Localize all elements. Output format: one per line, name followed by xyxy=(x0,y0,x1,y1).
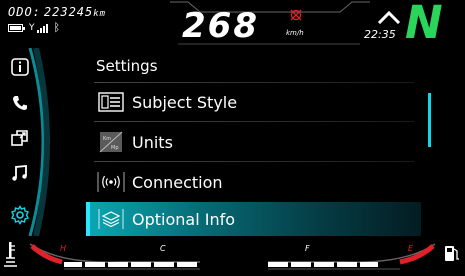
gauge-graphics xyxy=(4,242,459,270)
sidebar-item-settings[interactable] xyxy=(0,200,40,230)
fuel-empty-label: E xyxy=(408,244,414,253)
menu-scrollbar[interactable] xyxy=(428,93,431,147)
temp-high-label: H xyxy=(60,244,67,253)
sidebar xyxy=(0,48,52,236)
menu-divider xyxy=(94,82,414,83)
menu-divider xyxy=(94,161,414,162)
sidebar-item-info[interactable] xyxy=(0,52,40,82)
bluetooth-icon: ᛒ xyxy=(53,21,61,34)
units-icon: Km Mp xyxy=(96,131,126,153)
top-status-bar: ODO: 223245km Y ᛒ 268 km/h 22:35 N xyxy=(0,0,465,49)
odometer: ODO: 223245km xyxy=(8,5,106,19)
settings-gear-icon xyxy=(11,205,29,225)
shift-up-icon xyxy=(377,10,401,24)
menu-title: Settings xyxy=(96,57,158,75)
sidebar-item-music[interactable] xyxy=(0,158,40,188)
speed-readout: 268 xyxy=(182,6,259,46)
signal-icon: Y xyxy=(29,23,48,33)
menu-item-label: Subject Style xyxy=(132,92,238,112)
svg-text:Km: Km xyxy=(103,136,111,142)
odometer-label: ODO: xyxy=(8,5,41,19)
odometer-value: 223245 xyxy=(43,5,94,19)
temp-low-label: C xyxy=(160,244,166,253)
battery-icon xyxy=(8,23,25,32)
menu-item-label: Units xyxy=(132,132,173,152)
speed-unit: km/h xyxy=(286,29,304,37)
subject-style-icon xyxy=(96,91,126,113)
odometer-unit: km xyxy=(93,9,107,19)
info-icon xyxy=(11,58,29,76)
settings-menu: Settings Subject Style Km Mp Units Conne… xyxy=(86,48,441,236)
menu-item-label: Optional Info xyxy=(132,209,236,229)
fuel-pump-icon xyxy=(445,246,459,261)
menu-item-subject-style[interactable]: Subject Style xyxy=(86,85,421,119)
menu-item-optional-info[interactable]: Optional Info xyxy=(86,202,421,236)
menu-item-label: Connection xyxy=(132,172,223,192)
music-icon xyxy=(12,165,27,181)
sidebar-item-phone[interactable] xyxy=(0,88,40,118)
coolant-temp-icon xyxy=(4,242,17,267)
menu-divider xyxy=(94,121,414,122)
bottom-gauges: H C F E xyxy=(0,236,465,276)
fuel-full-label: F xyxy=(305,244,310,253)
svg-text:Mp: Mp xyxy=(111,145,119,151)
menu-item-units[interactable]: Km Mp Units xyxy=(86,125,421,159)
menu-item-connection[interactable]: Connection xyxy=(86,165,421,199)
warning-icon xyxy=(290,9,302,21)
status-icons: Y ᛒ xyxy=(8,22,60,33)
screen-switch-icon xyxy=(11,130,28,146)
clock: 22:35 xyxy=(364,28,396,41)
phone-icon xyxy=(13,96,27,110)
sidebar-item-screen-switch[interactable] xyxy=(0,123,40,153)
gear-indicator: N xyxy=(405,0,443,49)
optional-info-icon xyxy=(96,208,126,230)
connection-icon xyxy=(96,171,126,193)
